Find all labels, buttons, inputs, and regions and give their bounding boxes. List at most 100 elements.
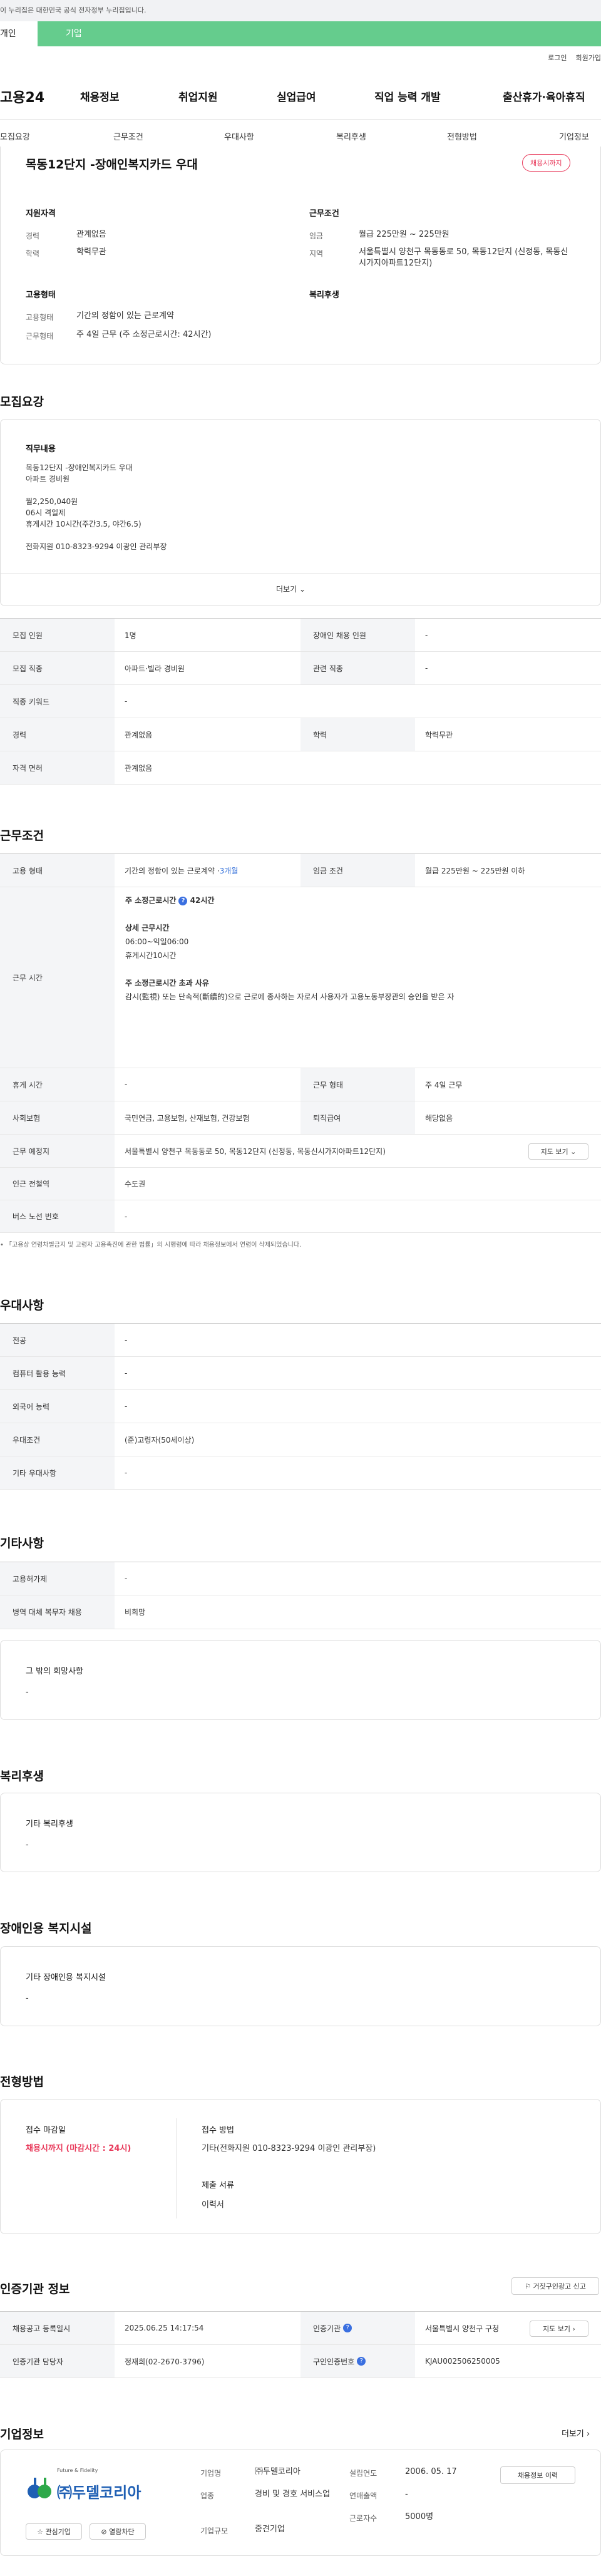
subnav-recruit[interactable]: 모집요강	[0, 130, 30, 142]
welfare-card: 기타 복리후생 -	[0, 1793, 601, 1872]
loc-label: 지역	[309, 249, 324, 258]
table-row: 병역 대체 복무자 채용 비희망	[0, 1595, 601, 1629]
status-badge: 채용시까지	[522, 154, 570, 172]
industry-value: 경비 및 경호 서비스업	[255, 2490, 331, 2499]
agency-map-button[interactable]: 지도 보기 ›	[530, 2321, 588, 2337]
table-row: 인근 전철역 수도권	[0, 1168, 601, 1200]
company-card: Future & Fidelity ㈜두델코리아 ☆ 관심기업 ⊘ 열람차단 기…	[0, 2450, 601, 2556]
subnav-screening[interactable]: 전형방법	[447, 130, 477, 142]
emptype-label: 고용형태	[26, 313, 54, 322]
disabled-item-title: 기타 장애인용 복지시설	[26, 1973, 106, 1982]
map-view-button[interactable]: 지도 보기 ⌄	[528, 1143, 588, 1160]
block-view-button[interactable]: ⊘ 열람차단	[90, 2523, 146, 2540]
duty-line: 전화지원 010-8323-9294 이광인 관리부장	[26, 542, 167, 551]
table-row: 외국어 능력 -	[0, 1390, 601, 1423]
company-more-link[interactable]: 더보기 ›	[562, 2427, 590, 2439]
more-button[interactable]: 더보기 ⌄	[276, 584, 306, 594]
table-row: 버스 노선 번호 -	[0, 1200, 601, 1233]
gnb-unemployment-benefit[interactable]: 실업급여	[277, 88, 316, 104]
logo-tagline: Future & Fidelity	[57, 2468, 98, 2473]
user-type-tabs: 개인 기업	[0, 21, 601, 46]
info-icon[interactable]: ?	[343, 2324, 352, 2332]
gnb-training[interactable]: 직업 능력 개발	[374, 88, 441, 104]
tab-personal[interactable]: 개인	[0, 21, 38, 46]
gnb-parental-leave[interactable]: 출산휴가·육아휴직	[503, 88, 585, 104]
table-row: 근무 예정지 서울특별시 양천구 목동동로 50, 목동12단지 (신정동, 목…	[0, 1135, 601, 1168]
info-icon[interactable]: ?	[357, 2357, 366, 2366]
subnav-preference[interactable]: 우대사항	[224, 130, 254, 142]
gov-notice-bar: 이 누리집은 대한민국 공식 전자정부 누리집입니다.	[0, 0, 601, 21]
company-name-value: ㈜두델코리아	[255, 2467, 300, 2476]
section-etc-title: 기타사항	[0, 1537, 44, 1550]
duty-line: 휴게시간 10시간(주간3.5, 야간6.5)	[26, 520, 141, 528]
gnb-employment-support[interactable]: 취업지원	[178, 88, 218, 104]
report-button[interactable]: ⚐ 거짓구인광고 신고	[511, 2277, 599, 2295]
subnav-company[interactable]: 기업정보	[559, 130, 589, 142]
login-link[interactable]: 로그인	[548, 54, 567, 62]
wage-value: 월급 225만원 ~ 225만원	[359, 230, 449, 239]
join-link[interactable]: 회원가입	[576, 54, 601, 62]
site-logo[interactable]: 고용24	[0, 86, 44, 106]
table-row: 기타 우대사항 -	[0, 1456, 601, 1490]
deadline-title: 접수 마감일	[26, 2126, 66, 2135]
worktype-label: 근무형태	[26, 332, 54, 341]
table-row: 모집 직종 아파트·빌라 경비원 관련 직종 -	[0, 652, 601, 685]
table-row: 자격 면허 관계없음	[0, 751, 601, 785]
chevron-down-icon: ⌄	[299, 585, 306, 594]
established-value: 2006. 05. 17	[405, 2467, 457, 2476]
age-footnote: • 「고용상 연령차별금지 및 고령자 고용촉진에 관한 법률」의 시행령에 따…	[0, 1242, 302, 1249]
edu-value: 학력무관	[76, 247, 106, 257]
duty-card: 직무내용 목동12단지 -장애인복지카드 우대 아파트 경비원 월2,250,0…	[0, 419, 601, 606]
table-row: 경력 관계없음 학력 학력무관	[0, 718, 601, 751]
subnav-welfare[interactable]: 복리후생	[336, 130, 366, 142]
tab-company[interactable]: 기업	[38, 21, 601, 46]
established-label: 설립연도	[349, 2469, 378, 2478]
job-history-button[interactable]: 채용정보 이력	[500, 2466, 575, 2484]
subnav-conditions[interactable]: 근무조건	[113, 130, 143, 142]
chevron-down-icon: ⌄	[570, 1147, 577, 1156]
cond-title: 근무조건	[309, 209, 339, 219]
method-value: 기타(전화지원 010-8323-9294 이광인 관리부장)	[202, 2144, 376, 2153]
sales-value: -	[405, 2490, 408, 2499]
company-name-label: 기업명	[200, 2469, 222, 2478]
table-row: 근무 시간 주 소정근로시간? 42시간 상세 근무시간 06:00~익일06:…	[0, 887, 601, 1068]
duty-line: 목동12단지 -장애인복지카드 우대	[26, 463, 133, 472]
favorite-company-button[interactable]: ☆ 관심기업	[26, 2523, 82, 2540]
table-row: 전공 -	[0, 1324, 601, 1357]
duty-content: 목동12단지 -장애인복지카드 우대 아파트 경비원 월2,250,040원 0…	[26, 462, 167, 552]
career-value: 관계없음	[76, 230, 106, 239]
chevron-right-icon: ›	[572, 2324, 575, 2333]
info-icon[interactable]: ?	[178, 896, 188, 905]
staff-label: 근로자수	[349, 2514, 378, 2523]
section-screening-title: 전형방법	[0, 2075, 44, 2089]
company-size-value: 중견기업	[255, 2525, 285, 2534]
worktype-value: 주 4일 근무 (주 소정근로시간: 42시간)	[76, 330, 212, 339]
section-disabled-title: 장애인용 복지시설	[0, 1922, 92, 1935]
flag-icon: ⚐	[525, 2282, 531, 2290]
chevron-right-icon: ›	[587, 2429, 590, 2439]
welfare-item-title: 기타 복리후생	[26, 1820, 73, 1829]
etc-table: 고용허가제 - 병역 대체 복무자 채용 비희망	[0, 1562, 601, 1629]
section-work-title: 근무조건	[0, 829, 44, 843]
disabled-item-value: -	[26, 1994, 29, 2003]
company-logo: Future & Fidelity ㈜두델코리아	[26, 2466, 151, 2517]
table-row: 모집 인원 1명 장애인 채용 인원 -	[0, 619, 601, 652]
company-logo-name: ㈜두델코리아	[57, 2484, 141, 2501]
utility-links: 로그인 회원가입	[539, 53, 601, 63]
disabled-card: 기타 장애인용 복지시설 -	[0, 1946, 601, 2026]
star-icon: ☆	[37, 2527, 43, 2536]
agency-table: 채용공고 등록일시 2025.06.25 14:17:54 인증기관? 서울특별…	[0, 2311, 601, 2378]
duty-title: 직무내용	[26, 445, 56, 454]
deadline-value: 채용시까지 (마감시간 : 24시)	[26, 2144, 131, 2153]
block-icon: ⊘	[101, 2527, 107, 2536]
pref-table: 전공 - 컴퓨터 활용 능력 - 외국어 능력 - 우대조건 (준)고령자(50세이상)…	[0, 1323, 601, 1490]
table-row: 컴퓨터 활용 능력 -	[0, 1357, 601, 1390]
hope-value: -	[26, 1687, 29, 1697]
wage-label: 임금	[309, 232, 324, 240]
emptype-value: 기간의 정함이 있는 근로계약	[76, 311, 174, 321]
duty-line: 06시 격일제	[26, 508, 66, 517]
section-company-title: 기업정보	[0, 2428, 44, 2441]
edu-label: 학력	[26, 249, 40, 258]
industry-label: 업종	[200, 2491, 215, 2500]
gnb-jobs[interactable]: 채용정보	[80, 88, 120, 104]
